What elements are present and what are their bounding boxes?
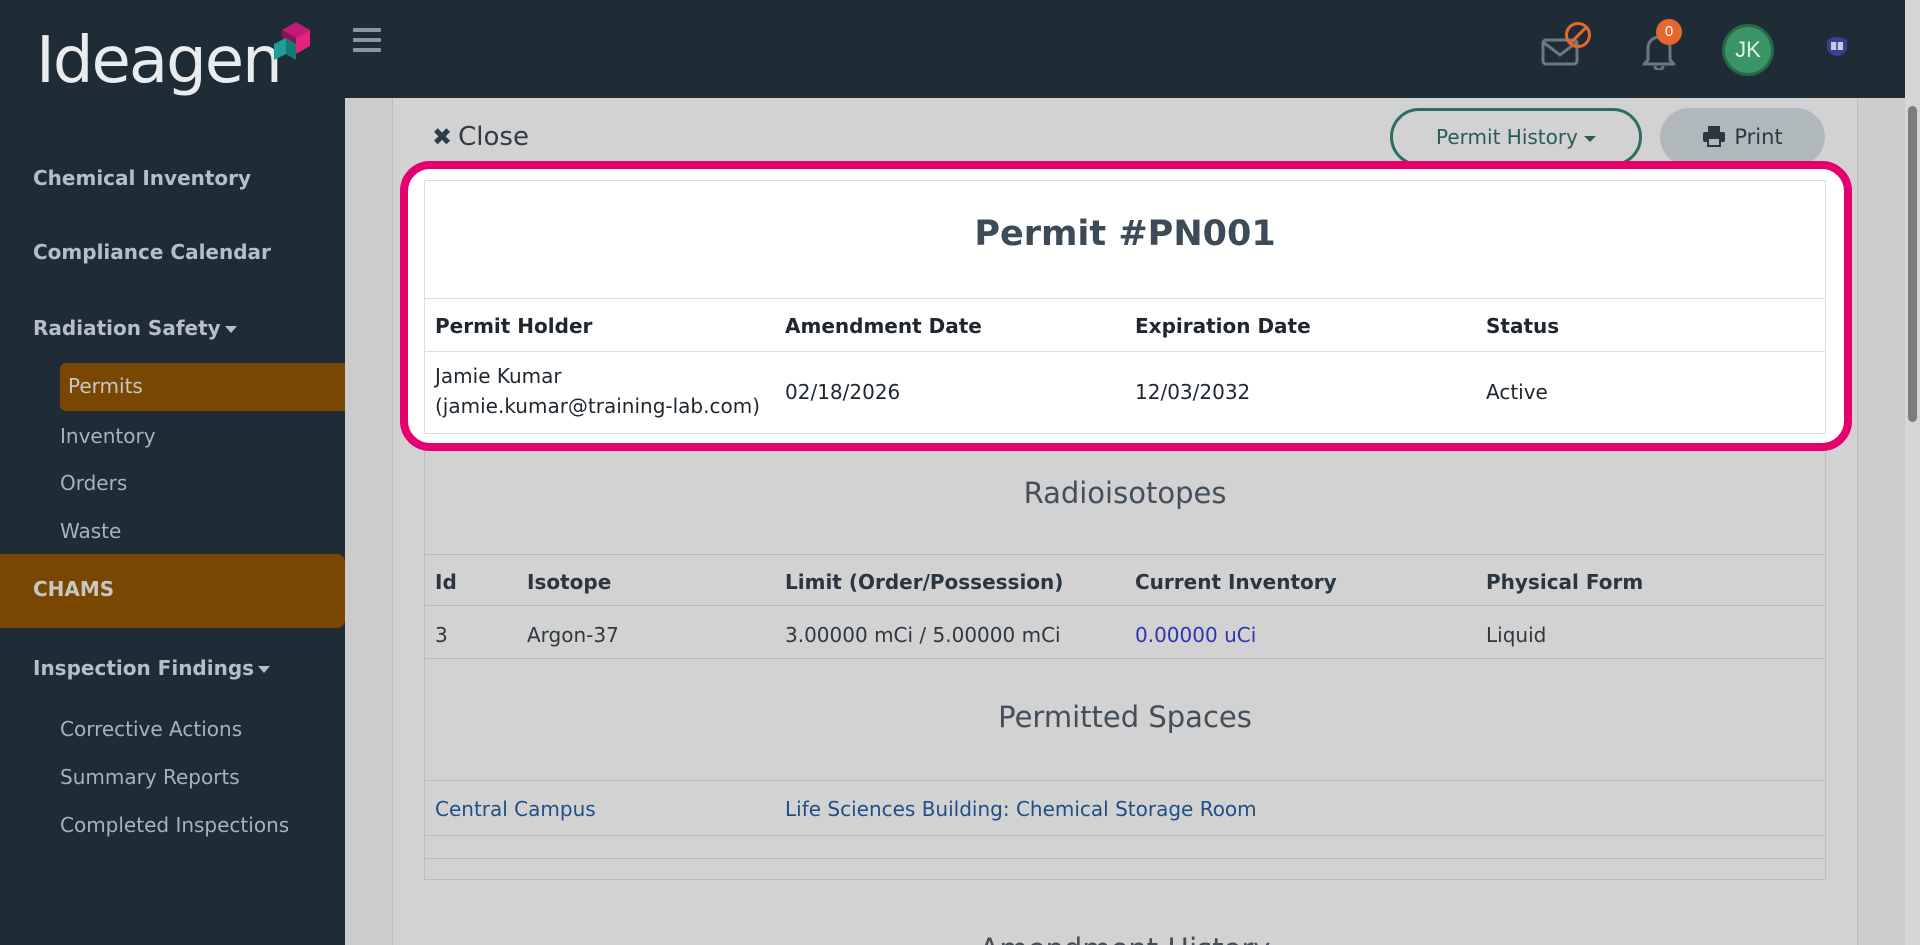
sidebar-item-orders[interactable]: Orders (60, 471, 127, 495)
user-avatar[interactable]: JK (1722, 24, 1774, 76)
col-header-id: Id (435, 570, 457, 594)
sidebar-item-compliance-calendar[interactable]: Compliance Calendar (33, 240, 271, 264)
scrollbar-thumb[interactable] (1908, 106, 1917, 422)
col-header-amendment-date: Amendment Date (785, 314, 982, 338)
divider (424, 780, 1826, 781)
divider (424, 554, 1826, 555)
col-header-isotope: Isotope (527, 570, 612, 594)
col-header-physical-form: Physical Form (1486, 570, 1644, 594)
status-value: Active (1486, 380, 1548, 404)
sidebar-item-permits[interactable]: Permits (60, 363, 345, 411)
logo-cube-icon (274, 22, 310, 60)
ideagen-logo[interactable]: Ideagen (36, 14, 316, 104)
col-header-expiration-date: Expiration Date (1135, 314, 1311, 338)
print-button[interactable]: Print (1660, 108, 1825, 166)
space-location-link[interactable]: Life Sciences Building: Chemical Storage… (785, 797, 1257, 821)
permit-history-button[interactable]: Permit History (1390, 108, 1642, 166)
divider (424, 351, 1826, 352)
permit-title: Permit #PN001 (974, 214, 1276, 254)
col-header-status: Status (1486, 314, 1560, 338)
sidebar-item-inspection-findings-label: Inspection Findings (33, 656, 255, 680)
amendment-history-title: Amendment History (424, 932, 1826, 945)
print-label: Print (1734, 125, 1783, 149)
sidebar-item-summary-reports[interactable]: Summary Reports (60, 765, 240, 789)
sidebar-item-inspection-findings[interactable]: Inspection Findings (33, 656, 271, 680)
divider (424, 298, 1826, 299)
permitted-spaces-title: Permitted Spaces (998, 700, 1252, 734)
isotope-limit: 3.00000 mCi / 5.00000 mCi (785, 623, 1061, 647)
col-header-limit: Limit (Order/Possession) (785, 570, 1064, 594)
divider (424, 658, 1826, 659)
chevron-down-icon (258, 666, 271, 673)
divider (424, 858, 1826, 859)
sidebar-item-completed-inspections[interactable]: Completed Inspections (60, 813, 289, 837)
permit-holder-email: (jamie.kumar@training-lab.com) (435, 394, 760, 418)
sidebar-item-permits-label: Permits (68, 374, 143, 398)
mail-disabled-badge-icon (1565, 22, 1591, 48)
amendment-date-value: 02/18/2026 (785, 380, 901, 404)
permit-holder-name: Jamie Kumar (435, 364, 562, 388)
col-header-permit-holder: Permit Holder (435, 314, 593, 338)
col-header-current-inventory: Current Inventory (1135, 570, 1337, 594)
close-icon: ✖ (432, 123, 453, 151)
isotope-name: Argon-37 (527, 623, 619, 647)
chevron-down-icon (224, 326, 237, 333)
chevron-down-icon (1583, 135, 1596, 142)
divider (424, 835, 1826, 836)
radioisotopes-title: Radioisotopes (1023, 476, 1227, 510)
printer-icon (1703, 126, 1726, 147)
sidebar-item-radiation-safety-label: Radiation Safety (33, 316, 221, 340)
sidebar-item-chams[interactable]: CHAMS (0, 554, 345, 628)
notifications-count-badge: 0 (1656, 19, 1682, 45)
sidebar-item-waste[interactable]: Waste (60, 519, 121, 543)
sidebar-item-inventory[interactable]: Inventory (60, 424, 156, 448)
isotope-id: 3 (435, 623, 448, 647)
sidebar-item-corrective-actions[interactable]: Corrective Actions (60, 717, 242, 741)
sidebar-item-chams-label: CHAMS (33, 577, 115, 601)
permit-history-label: Permit History (1436, 125, 1578, 149)
isotope-physical-form: Liquid (1486, 623, 1547, 647)
divider (424, 605, 1826, 606)
close-label: Close (458, 122, 529, 152)
current-inventory-link[interactable]: 0.00000 uCi (1135, 623, 1256, 647)
close-button[interactable]: ✖ Close (432, 122, 529, 152)
sidebar-item-chemical-inventory[interactable]: Chemical Inventory (33, 166, 251, 190)
menu-toggle-icon[interactable] (353, 28, 383, 58)
sidebar-item-radiation-safety[interactable]: Radiation Safety (33, 316, 237, 340)
campus-link[interactable]: Central Campus (435, 797, 596, 821)
sidebar: Chemical Inventory Compliance Calendar R… (0, 98, 345, 945)
expiration-date-value: 12/03/2032 (1135, 380, 1251, 404)
organization-crest-icon[interactable] (1825, 34, 1849, 62)
logo-text: Ideagen (36, 24, 283, 98)
